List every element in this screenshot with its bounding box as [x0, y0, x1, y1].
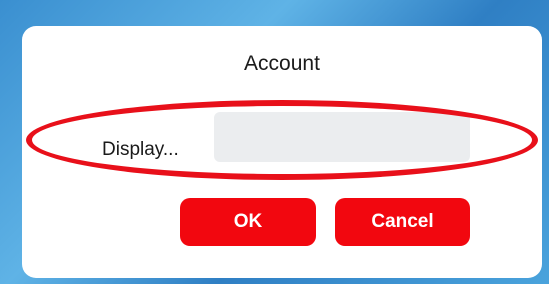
display-name-input[interactable] — [214, 112, 470, 162]
ok-button[interactable]: OK — [180, 198, 316, 246]
account-dialog: Account Display... OK Cancel — [22, 26, 542, 278]
dialog-title: Account — [244, 52, 320, 75]
cancel-button[interactable]: Cancel — [335, 198, 470, 246]
display-name-label: Display... — [102, 139, 179, 160]
